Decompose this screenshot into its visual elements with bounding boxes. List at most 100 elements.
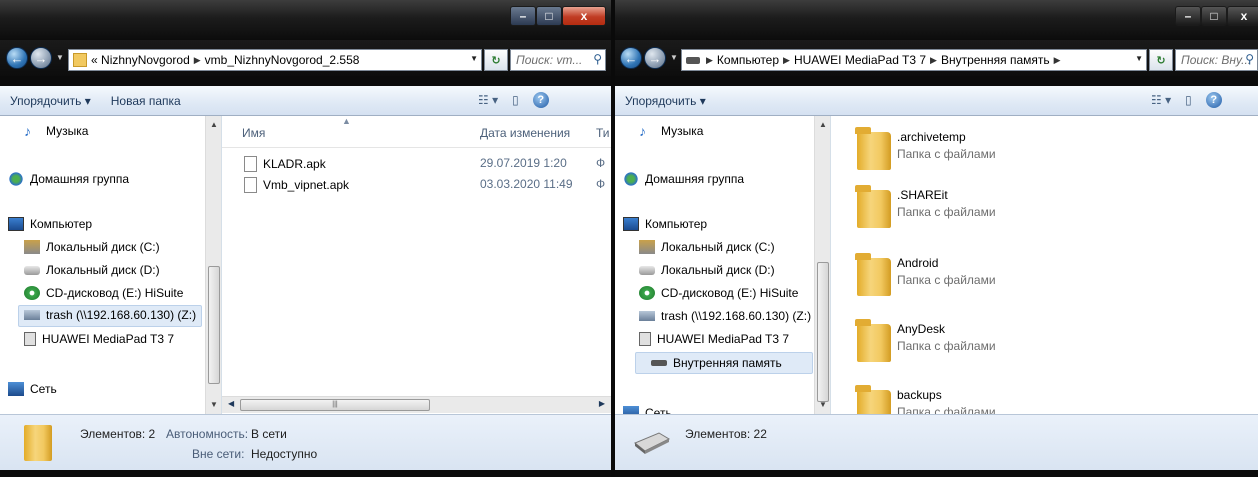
folder-tile[interactable]: AnyDesk Папка с файлами: [847, 312, 1207, 376]
chevron-right-icon[interactable]: ▶: [783, 55, 790, 66]
nav-label: Сеть: [30, 382, 57, 396]
scroll-up-icon[interactable]: ▲: [210, 120, 218, 129]
scrollbar-thumb[interactable]: [817, 262, 829, 402]
forward-button[interactable]: →: [30, 47, 52, 69]
scroll-up-icon[interactable]: ▲: [819, 120, 827, 129]
horizontal-scrollbar[interactable]: ◀ ||| ▶: [222, 396, 611, 413]
title-bar[interactable]: – □ x: [615, 0, 1258, 40]
chevron-down-icon[interactable]: ▼: [470, 54, 478, 63]
nav-item-huawei[interactable]: HUAWEI MediaPad T3 7: [24, 332, 174, 346]
nav-item-computer[interactable]: Компьютер: [8, 217, 92, 231]
nav-item-homegroup[interactable]: Домашняя группа: [8, 172, 129, 186]
help-icon[interactable]: ?: [532, 92, 549, 108]
column-header-name[interactable]: Имя: [242, 126, 265, 140]
nav-scrollbar[interactable]: ▲ ▼: [814, 116, 830, 414]
file-date: 03.03.2020 11:49: [480, 177, 573, 191]
preview-pane-icon[interactable]: ▯: [512, 93, 519, 107]
nav-item-network[interactable]: Сеть: [8, 382, 57, 396]
folder-tile[interactable]: .archivetemp Папка с файлами: [847, 120, 1207, 184]
file-row[interactable]: Vmb_vipnet.apk: [244, 177, 349, 193]
back-button[interactable]: ←: [620, 47, 642, 69]
nav-item-disk-d[interactable]: Локальный диск (D:): [639, 263, 775, 277]
title-bar[interactable]: – □ x: [0, 0, 611, 40]
nav-item-network[interactable]: Сеть: [623, 406, 672, 414]
maximize-button[interactable]: □: [1201, 6, 1227, 26]
file-row[interactable]: KLADR.apk: [244, 156, 326, 172]
refresh-button[interactable]: ↻: [1149, 49, 1173, 71]
breadcrumb-computer[interactable]: Компьютер: [717, 53, 779, 67]
drive-icon: [651, 360, 667, 366]
nav-item-music[interactable]: ♪ Музыка: [24, 124, 88, 138]
minimize-button[interactable]: –: [510, 6, 536, 26]
organize-button[interactable]: Упорядочить ▾: [0, 94, 101, 108]
folder-name: .archivetemp: [897, 130, 966, 144]
breadcrumb-internal-memory[interactable]: Внутренняя память: [941, 53, 1050, 67]
folder-icon: [73, 53, 87, 67]
address-bar[interactable]: « NizhnyNovgorod ▶ vmb_NizhnyNovgorod_2.…: [68, 49, 482, 71]
breadcrumb-nizhnynovgorod[interactable]: NizhnyNovgorod: [101, 53, 190, 67]
nav-item-disk-c[interactable]: Локальный диск (C:): [24, 240, 160, 254]
chevron-right-icon[interactable]: ▶: [706, 55, 713, 66]
search-icon[interactable]: ⚲: [593, 52, 602, 66]
chevron-right-icon[interactable]: ▶: [930, 55, 937, 66]
nav-item-huawei[interactable]: HUAWEI MediaPad T3 7: [639, 332, 789, 346]
preview-pane-icon[interactable]: ▯: [1185, 93, 1192, 107]
folder-icon: [855, 185, 891, 228]
column-header-date[interactable]: Дата изменения: [480, 126, 570, 140]
scroll-right-icon[interactable]: ▶: [599, 399, 605, 408]
nav-item-computer[interactable]: Компьютер: [623, 217, 707, 231]
network-icon: [8, 382, 24, 396]
scroll-down-icon[interactable]: ▼: [819, 400, 827, 409]
chevron-down-icon[interactable]: ▼: [1135, 54, 1143, 63]
view-options-icon[interactable]: ☷ ▾: [478, 93, 498, 107]
search-input[interactable]: Поиск: Вну... ⚲: [1175, 49, 1258, 71]
window-controls: – □ x: [1175, 6, 1258, 26]
organize-button[interactable]: Упорядочить ▾: [615, 94, 716, 108]
breadcrumb-overflow[interactable]: «: [91, 53, 98, 67]
maximize-button[interactable]: □: [536, 6, 562, 26]
nav-item-disk-d[interactable]: Локальный диск (D:): [24, 263, 160, 277]
chevron-right-icon[interactable]: ▶: [1054, 55, 1061, 66]
forward-button[interactable]: →: [644, 47, 666, 69]
removable-drive-icon: [634, 432, 671, 454]
folder-tile[interactable]: backups Папка с файлами: [847, 378, 1207, 414]
breadcrumb-huawei[interactable]: HUAWEI MediaPad T3 7: [794, 53, 926, 67]
nav-item-internal-memory[interactable]: Внутренняя память: [651, 356, 782, 370]
view-options-icon[interactable]: ☷ ▾: [1151, 93, 1171, 107]
back-button[interactable]: ←: [6, 47, 28, 69]
file-type: Ф: [596, 156, 606, 170]
breadcrumb-vmb-folder[interactable]: vmb_NizhnyNovgorod_2.558: [205, 53, 360, 67]
scroll-left-icon[interactable]: ◀: [228, 399, 234, 408]
folder-tile[interactable]: Android Папка с файлами: [847, 246, 1207, 310]
recent-pages-dropdown[interactable]: ▼: [670, 53, 678, 62]
scrollbar-thumb[interactable]: |||: [240, 399, 430, 411]
refresh-button[interactable]: ↻: [484, 49, 508, 71]
column-header-type[interactable]: Ти: [596, 126, 610, 140]
nav-item-music[interactable]: ♪ Музыка: [639, 124, 703, 138]
nav-label: Музыка: [46, 124, 89, 138]
search-icon[interactable]: ⚲: [1245, 52, 1254, 66]
nav-item-cd[interactable]: CD-дисковод (E:) HiSuite: [24, 286, 183, 300]
folder-tile[interactable]: .SHAREit Папка с файлами: [847, 178, 1207, 242]
scroll-down-icon[interactable]: ▼: [210, 400, 218, 409]
computer-icon: [623, 217, 639, 231]
address-bar[interactable]: ▶ Компьютер ▶ HUAWEI MediaPad T3 7 ▶ Вну…: [681, 49, 1147, 71]
help-icon[interactable]: ?: [1205, 92, 1222, 108]
nav-item-network-drive[interactable]: trash (\\192.168.60.130) (Z:): [24, 308, 196, 322]
recent-pages-dropdown[interactable]: ▼: [56, 53, 64, 62]
scrollbar-thumb[interactable]: [208, 266, 220, 384]
navigation-row: ← → ▼ ▶ Компьютер ▶ HUAWEI MediaPad T3 7…: [615, 40, 1258, 76]
minimize-button[interactable]: –: [1175, 6, 1201, 26]
nav-item-cd[interactable]: CD-дисковод (E:) HiSuite: [639, 286, 798, 300]
nav-scrollbar[interactable]: ▲ ▼: [205, 116, 221, 414]
close-button[interactable]: x: [1227, 6, 1258, 26]
close-button[interactable]: x: [562, 6, 606, 26]
chevron-right-icon[interactable]: ▶: [194, 55, 201, 66]
nav-item-disk-c[interactable]: Локальный диск (C:): [639, 240, 775, 254]
search-input[interactable]: Поиск: vm... ⚲: [510, 49, 606, 71]
new-folder-button[interactable]: Новая папка: [101, 94, 191, 108]
details-pane: Элементов: 22: [615, 414, 1258, 470]
nav-item-network-drive[interactable]: trash (\\192.168.60.130) (Z:): [639, 309, 811, 323]
explorer-window-left: – □ x ← → ▼ « NizhnyNovgorod ▶ vmb_Nizhn…: [0, 0, 611, 477]
nav-item-homegroup[interactable]: Домашняя группа: [623, 172, 744, 186]
